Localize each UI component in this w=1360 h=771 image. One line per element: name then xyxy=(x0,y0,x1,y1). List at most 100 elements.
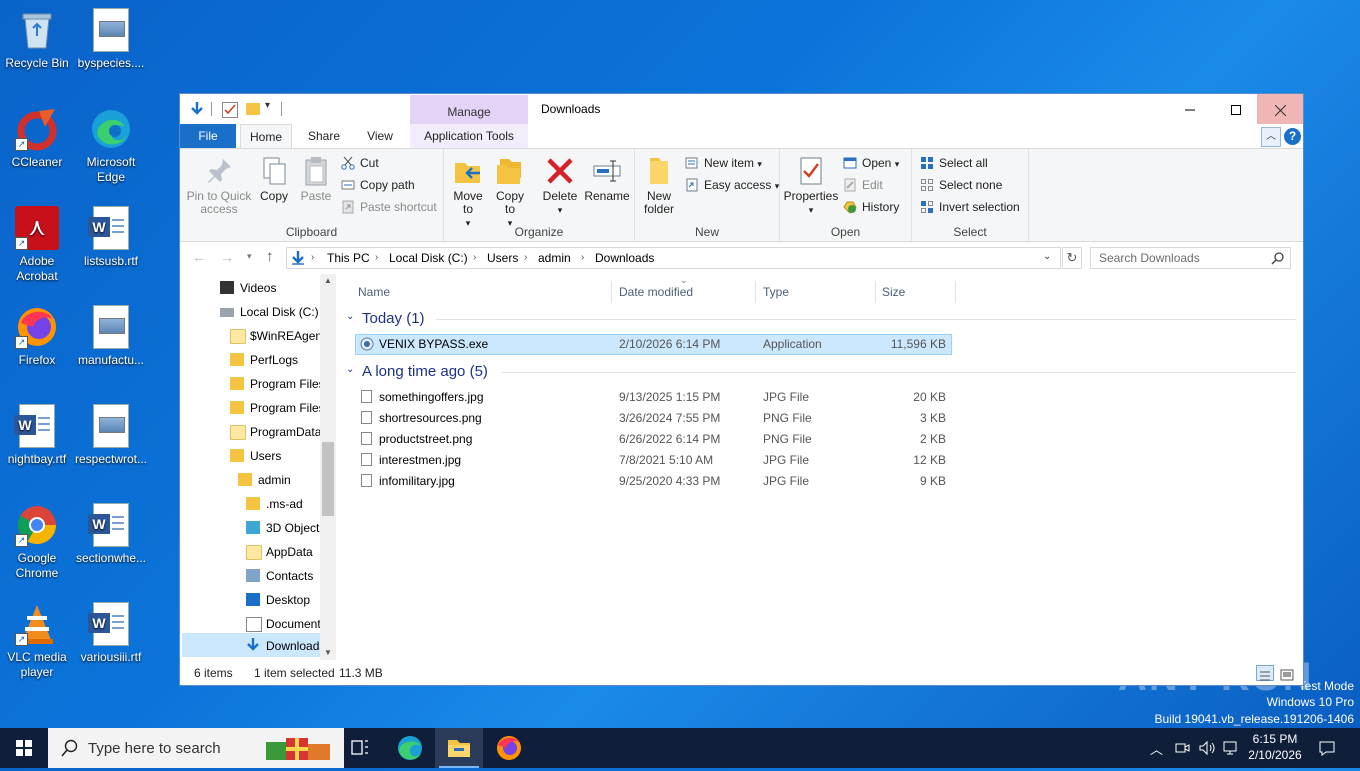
group-header-long-ago[interactable]: A long time ago (5) xyxy=(362,361,488,383)
group-collapse-chevron-icon[interactable]: ⌄ xyxy=(346,311,354,322)
desktop-icon-variousiii[interactable]: W variousiii.rtf xyxy=(74,602,148,665)
details-view-button[interactable] xyxy=(1256,665,1274,681)
nav-item-local-disk[interactable]: Local Disk (C:) xyxy=(220,301,319,323)
nav-item-winreagent[interactable]: $WinREAgent xyxy=(230,325,325,347)
customize-quick-access-icon[interactable]: ▾ xyxy=(265,100,270,111)
desktop-icon-recycle-bin[interactable]: Recycle Bin xyxy=(0,8,74,71)
desktop-icon-manufactu[interactable]: manufactu... xyxy=(74,305,148,368)
nav-item-desktop[interactable]: Desktop xyxy=(246,589,310,611)
column-header-name[interactable]: Name xyxy=(350,281,612,303)
paste-shortcut-button[interactable]: Paste shortcut xyxy=(341,197,437,217)
tab-home[interactable]: Home xyxy=(240,124,292,149)
file-row[interactable]: somethingoffers.jpg 9/13/2025 1:15 PM JP… xyxy=(355,387,952,407)
history-button[interactable]: History xyxy=(843,197,899,217)
desktop-icon-respectwrot[interactable]: respectwrot... xyxy=(74,404,148,467)
start-button[interactable] xyxy=(0,728,48,768)
minimize-ribbon-button[interactable]: ︿ xyxy=(1261,127,1281,147)
forward-button[interactable]: → xyxy=(220,249,234,265)
properties-button[interactable]: Properties ▾ xyxy=(783,155,839,217)
quick-access-down-arrow-icon[interactable] xyxy=(189,101,205,117)
clock-time[interactable]: 6:15 PM xyxy=(1248,732,1302,746)
taskbar-firefox-icon[interactable] xyxy=(485,728,533,768)
breadcrumb-users[interactable]: Users xyxy=(487,248,518,268)
notification-center-icon[interactable] xyxy=(1318,739,1336,757)
nav-scrollbar-thumb[interactable] xyxy=(322,442,334,516)
nav-item-admin[interactable]: admin xyxy=(238,469,291,491)
desktop-icon-edge[interactable]: Microsoft Edge xyxy=(74,107,148,185)
help-icon[interactable]: ? xyxy=(1284,128,1301,145)
nav-item-programdata[interactable]: ProgramData xyxy=(230,421,321,443)
maximize-button[interactable] xyxy=(1213,94,1259,124)
group-header-today[interactable]: Today (1) xyxy=(362,308,425,330)
file-row[interactable]: interestmen.jpg 7/8/2021 5:10 AM JPG Fil… xyxy=(355,450,952,470)
address-bar[interactable]: › This PC › Local Disk (C:) › Users › ad… xyxy=(286,247,1061,269)
refresh-button[interactable]: ↻ xyxy=(1062,247,1082,269)
new-item-button[interactable]: New item ▾ xyxy=(685,153,762,173)
nav-item-downloads[interactable]: Downloads xyxy=(246,635,325,657)
nav-item-appdata[interactable]: AppData xyxy=(246,541,313,563)
up-button[interactable]: ↑ xyxy=(266,248,274,265)
desktop-icon-listsusb[interactable]: W listsusb.rtf xyxy=(74,206,148,269)
file-row[interactable]: productstreet.png 6/26/2022 6:14 PM PNG … xyxy=(355,429,952,449)
desktop-icon-acrobat[interactable]: ⋏ ↗ Adobe Acrobat xyxy=(0,206,74,284)
new-folder-icon[interactable] xyxy=(246,103,260,115)
easy-access-button[interactable]: Easy access ▾ xyxy=(685,175,779,195)
volume-icon[interactable] xyxy=(1198,740,1216,756)
scroll-up-arrow-icon[interactable]: ▲ xyxy=(324,276,332,285)
rename-button[interactable]: Rename xyxy=(584,155,630,203)
copy-path-button[interactable]: Copy path xyxy=(341,175,415,195)
meet-now-icon[interactable] xyxy=(1174,740,1190,756)
breadcrumb-local-disk[interactable]: Local Disk (C:) xyxy=(389,248,468,268)
delete-button[interactable]: Delete ▾ xyxy=(538,155,582,217)
open-button[interactable]: Open ▾ xyxy=(843,153,899,173)
select-all-button[interactable]: Select all xyxy=(920,153,988,173)
nav-item-videos[interactable]: Videos xyxy=(220,277,276,299)
desktop-icon-firefox[interactable]: ↗ Firefox xyxy=(0,305,74,368)
taskbar-search-box[interactable]: Type here to search xyxy=(48,728,344,768)
scroll-down-arrow-icon[interactable]: ▼ xyxy=(324,648,332,657)
tab-application-tools[interactable]: Application Tools xyxy=(410,124,528,148)
breadcrumb-this-pc[interactable]: This PC xyxy=(327,248,370,268)
search-input[interactable]: Search Downloads xyxy=(1099,251,1200,265)
column-header-type[interactable]: Type xyxy=(756,281,876,303)
file-row-venix-bypass[interactable]: VENIX BYPASS.exe 2/10/2026 6:14 PM Appli… xyxy=(355,334,952,354)
taskbar-edge-icon[interactable] xyxy=(386,728,434,768)
show-hidden-icons-chevron-icon[interactable]: ︿ xyxy=(1150,739,1163,758)
breadcrumb-downloads[interactable]: Downloads xyxy=(595,248,654,268)
desktop-icon-nightbay[interactable]: W nightbay.rtf xyxy=(0,404,74,467)
large-icons-view-button[interactable] xyxy=(1279,665,1297,681)
nav-item-perflogs[interactable]: PerfLogs xyxy=(230,349,298,371)
column-header-size[interactable]: Size xyxy=(876,281,956,303)
nav-item-contacts[interactable]: Contacts xyxy=(246,565,313,587)
paste-button[interactable]: Paste xyxy=(296,155,336,203)
desktop-icon-byspecies[interactable]: byspecies.... xyxy=(74,8,148,71)
close-button[interactable] xyxy=(1257,94,1303,124)
nav-item-program-files[interactable]: Program Files xyxy=(230,373,325,395)
desktop-icon-vlc[interactable]: ↗ VLC media player xyxy=(0,602,74,680)
edit-button[interactable]: Edit xyxy=(843,175,883,195)
group-collapse-chevron-icon[interactable]: ⌄ xyxy=(346,364,354,375)
copy-button[interactable]: Copy xyxy=(256,155,292,203)
nav-item-program-files-x86[interactable]: Program Files xyxy=(230,397,325,419)
new-folder-button[interactable]: New folder xyxy=(639,155,679,216)
desktop-icon-sectionwhe[interactable]: W sectionwhe... xyxy=(74,503,148,566)
nav-item-documents[interactable]: Documents xyxy=(246,613,327,635)
recent-locations-chevron-icon[interactable]: ▾ xyxy=(247,251,252,262)
task-view-button[interactable] xyxy=(336,728,384,768)
clock-date[interactable]: 2/10/2026 xyxy=(1244,748,1306,762)
taskbar-file-explorer-icon[interactable] xyxy=(435,728,483,768)
properties-check-icon[interactable] xyxy=(222,102,238,118)
invert-selection-button[interactable]: Invert selection xyxy=(920,197,1020,217)
nav-item-3d-objects[interactable]: 3D Objects xyxy=(246,517,325,539)
pin-to-quick-access-button[interactable]: Pin to Quick access xyxy=(186,155,252,216)
desktop-icon-chrome[interactable]: ↗ Google Chrome xyxy=(0,503,74,581)
taskbar-search-input[interactable]: Type here to search xyxy=(88,740,221,757)
minimize-button[interactable] xyxy=(1167,94,1213,124)
nav-item-ms-ad[interactable]: .ms-ad xyxy=(246,493,303,515)
nav-item-users[interactable]: Users xyxy=(230,445,281,467)
tab-share[interactable]: Share xyxy=(298,124,350,148)
tab-file[interactable]: File xyxy=(180,124,236,148)
search-box[interactable]: Search Downloads xyxy=(1090,247,1291,269)
back-button[interactable]: ← xyxy=(192,249,206,265)
column-header-date[interactable]: Date modified xyxy=(612,281,756,303)
